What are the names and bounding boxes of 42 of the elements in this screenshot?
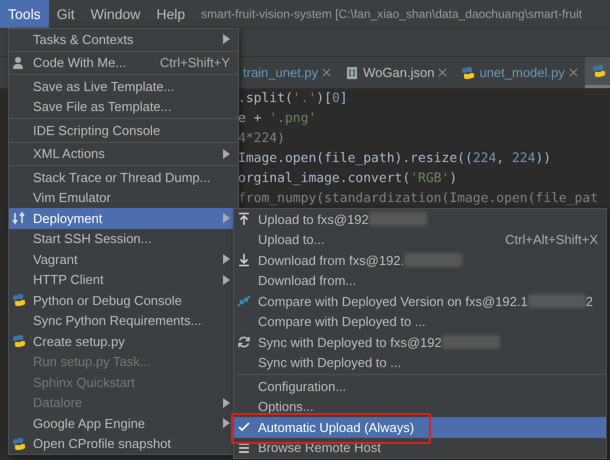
editor-tab[interactable]: unet_model.py (454, 57, 585, 88)
menu-item[interactable]: Sync with Deployed to ... (234, 352, 606, 373)
menu-item[interactable]: Stack Trace or Thread Dump... (9, 167, 238, 188)
editor-tab[interactable]: WoGan.json (338, 57, 454, 88)
python-file-icon (12, 436, 26, 451)
close-icon[interactable] (568, 68, 578, 77)
editor-tab[interactable] (584, 57, 610, 88)
code-line: orginal_image.convert('RGB') (238, 170, 458, 188)
sync-icon (237, 335, 251, 350)
json-file-icon (345, 66, 360, 80)
person-icon (12, 56, 26, 70)
menu-item[interactable]: Save as Live Template... (9, 76, 238, 96)
menu-item[interactable]: Save File as Template... (9, 96, 238, 117)
python-file-icon (12, 334, 26, 348)
menu-item[interactable]: Automatic Upload (Always) (234, 417, 606, 438)
code-line: e + '.png' (238, 110, 318, 128)
menu-item[interactable]: Upload to... Ctrl+Alt+Shift+X (234, 230, 606, 250)
upload-icon (237, 212, 251, 226)
menu-item[interactable]: IDE Scripting Console (9, 120, 238, 140)
menu-item[interactable]: Code With Me... Ctrl+Shift+Y (9, 52, 238, 73)
code-line: .split('.')[0] (238, 90, 349, 108)
menu-item[interactable]: Vim Emulator (9, 188, 238, 208)
menu-item[interactable]: XML Actions (9, 144, 238, 164)
menu-bar-item[interactable]: Tools (0, 0, 49, 28)
editor-tab[interactable]: train_unet.py (236, 57, 338, 88)
menu-item[interactable]: Compare with Deployed to ... (234, 312, 606, 332)
python-file-icon (461, 66, 476, 80)
code-line: Image.open(file_path).resize((224, 224)) (238, 150, 552, 168)
python-icon (12, 293, 26, 308)
menu-item[interactable]: Tasks & Contexts (9, 29, 238, 50)
close-icon[interactable] (438, 68, 448, 77)
code-line: from_numpy(standardization(Image.open(file_pat (238, 190, 600, 208)
window-title: smart-fruit-vision-system [C:\fan_xiao_shan\data_daochuang\smart-fruit (201, 6, 582, 23)
download-icon (237, 253, 251, 268)
close-icon[interactable] (322, 68, 332, 77)
menu-bar-item[interactable]: Help (148, 0, 194, 28)
compare-arrows-icon (237, 294, 251, 308)
up-down-arrows-icon (12, 211, 26, 226)
menu-bar-item[interactable]: Git (48, 0, 83, 28)
python-file-icon (592, 64, 606, 78)
menu-bar-item[interactable]: Window (82, 0, 148, 28)
code-line: 4*224) (238, 130, 286, 148)
